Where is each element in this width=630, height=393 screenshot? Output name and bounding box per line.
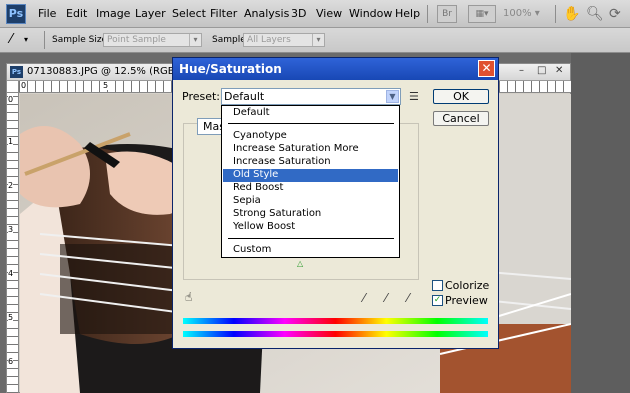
tool-preset-chevron-icon[interactable]: ▾ (24, 35, 28, 44)
close-icon[interactable]: ✕ (478, 60, 495, 77)
chevron-down-icon[interactable]: ▼ (386, 90, 399, 103)
chevron-down-icon: ▾ (312, 34, 324, 46)
eyedropper-plus-icon[interactable]: ⁄ (385, 291, 387, 305)
ruler-label: 3 (8, 225, 14, 234)
close-icon[interactable]: ✕ (555, 65, 563, 76)
preset-option-increase-saturation[interactable]: Increase Saturation (223, 156, 398, 169)
menu-image[interactable]: Image (96, 7, 130, 20)
vertical-ruler: 0 1 2 3 4 5 6 (7, 93, 19, 393)
preset-option-increase-saturation-more[interactable]: Increase Saturation More (223, 143, 398, 156)
preset-option-old-style[interactable]: Old Style (223, 169, 398, 182)
bridge-button[interactable]: Br (437, 5, 457, 23)
menu-help[interactable]: Help (395, 7, 420, 20)
chevron-down-icon: ▾ (534, 8, 540, 19)
input-color-bar (183, 318, 488, 324)
eyedropper-icon[interactable]: ⁄ (363, 291, 365, 305)
preset-option-yellow-boost[interactable]: Yellow Boost (223, 221, 398, 234)
sample-select[interactable]: All Layers ▾ (243, 33, 325, 47)
panel-dock (571, 53, 630, 393)
menu-layer[interactable]: Layer (135, 7, 166, 20)
menu-separator (427, 5, 428, 23)
photoshop-logo: Ps (6, 4, 26, 24)
document-icon: Ps (10, 66, 23, 78)
maximize-icon[interactable]: □ (537, 65, 546, 76)
zoom-tool-icon[interactable]: 🔍︎ (586, 6, 604, 22)
ruler-label: 6 (8, 357, 14, 366)
document-title: 07130883.JPG @ 12.5% (RGB/8) (27, 66, 189, 77)
ruler-label: 5 (8, 313, 14, 322)
dialog-title: Hue/Saturation (179, 62, 282, 76)
options-separator (44, 31, 45, 49)
menu-view[interactable]: View (316, 7, 342, 20)
menu-bar: Ps File Edit Image Layer Select Filter A… (0, 0, 630, 28)
preset-option-default[interactable]: Default (223, 107, 398, 120)
grid-icon: ▦▾ (475, 9, 489, 19)
menu-select[interactable]: Select (172, 7, 206, 20)
ruler-label: 2 (8, 181, 14, 190)
preset-dropdown-list: Default Cyanotype Increase Saturation Mo… (221, 105, 400, 258)
preset-value: Default (224, 90, 265, 103)
sample-value: All Layers (247, 35, 291, 45)
sample-size-label: Sample Size: (52, 35, 111, 45)
preset-option-strong-saturation[interactable]: Strong Saturation (223, 208, 398, 221)
minimize-icon[interactable]: – (519, 65, 524, 76)
preset-select[interactable]: Default ▼ (221, 88, 401, 105)
preview-checkbox[interactable]: ✓ (432, 295, 443, 306)
zoom-level-select[interactable]: 100% ▾ (503, 6, 549, 22)
menu-edit[interactable]: Edit (66, 7, 87, 20)
preset-option-sepia[interactable]: Sepia (223, 195, 398, 208)
slider-triangle-icon[interactable]: △ (297, 259, 303, 268)
chevron-down-icon: ▾ (189, 34, 201, 46)
cancel-button[interactable]: Cancel (433, 111, 489, 126)
ruler-label: 5 (103, 81, 109, 90)
view-extras-button[interactable]: ▦▾ (468, 5, 496, 23)
rotate-view-icon[interactable]: ⟳ (609, 6, 621, 22)
dropdown-separator (228, 123, 394, 124)
colorize-checkbox[interactable] (432, 280, 443, 291)
preview-label: Preview (445, 294, 488, 307)
preset-option-red-boost[interactable]: Red Boost (223, 182, 398, 195)
menu-filter[interactable]: Filter (210, 7, 237, 20)
ruler-label: 0 (21, 81, 27, 90)
menu-analysis[interactable]: Analysis (244, 7, 289, 20)
hue-saturation-dialog: Hue/Saturation ✕ Preset: Default ▼ ☰ Mas… (172, 57, 499, 349)
preset-option-custom[interactable]: Custom (223, 244, 398, 257)
menu-separator (555, 5, 556, 23)
colorize-label: Colorize (445, 279, 490, 292)
ruler-label: 1 (8, 137, 14, 146)
dropdown-separator (228, 238, 394, 239)
ruler-label: 4 (8, 269, 14, 278)
zoom-level: 100% (503, 8, 532, 19)
ruler-label: 0 (8, 95, 14, 104)
dialog-titlebar[interactable]: Hue/Saturation (173, 58, 498, 80)
ok-button[interactable]: OK (433, 89, 489, 104)
preset-options-icon[interactable]: ☰ (409, 90, 419, 103)
sample-size-value: Point Sample (107, 35, 166, 45)
menu-file[interactable]: File (38, 7, 56, 20)
menu-window[interactable]: Window (349, 7, 392, 20)
eyedropper-minus-icon[interactable]: ⁄ (407, 291, 409, 305)
eyedropper-tool-icon[interactable]: ⁄ (10, 32, 12, 47)
preset-label: Preset: (182, 90, 221, 103)
sample-size-select[interactable]: Point Sample ▾ (103, 33, 202, 47)
hand-tool-icon[interactable]: ✋ (563, 6, 580, 22)
output-color-bar (183, 331, 488, 337)
options-bar: ⁄ ▾ Sample Size: Point Sample ▾ Sample: A… (0, 28, 630, 53)
preset-option-cyanotype[interactable]: Cyanotype (223, 130, 398, 143)
menu-3d[interactable]: 3D (291, 7, 306, 20)
targeted-adjustment-hand-icon[interactable]: ☝ (185, 290, 192, 304)
ruler-origin[interactable] (7, 81, 19, 93)
